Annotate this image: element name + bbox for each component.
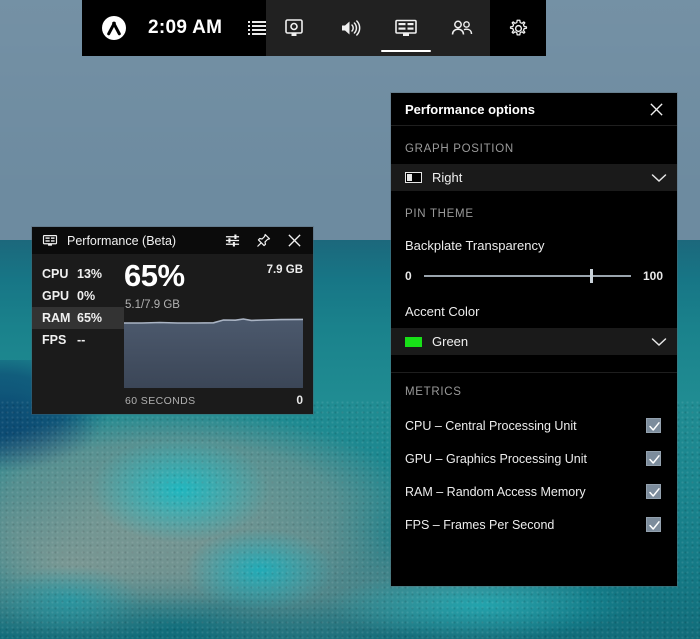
- graph-min-label: 0: [296, 393, 303, 407]
- list-menu-icon[interactable]: [248, 21, 267, 35]
- metric-checkbox-gpu[interactable]: [646, 451, 661, 466]
- stat-value: 13%: [77, 267, 103, 281]
- stat-label: GPU: [42, 289, 70, 303]
- stat-label: RAM: [42, 311, 71, 325]
- stat-value: 0%: [77, 289, 96, 303]
- slider-min-label: 0: [405, 269, 412, 283]
- checkmark-icon: [649, 488, 660, 497]
- metric-checkbox-fps[interactable]: [646, 517, 661, 532]
- metric-label: FPS – Frames Per Second: [405, 517, 555, 532]
- performance-widget-titlebar: Performance (Beta): [32, 227, 313, 254]
- xbox-logo-icon[interactable]: [102, 16, 126, 40]
- performance-monitor-icon[interactable]: [378, 0, 434, 56]
- accent-color-swatch: [405, 336, 422, 347]
- checkmark-icon: [649, 521, 660, 530]
- clock: 2:09 AM: [148, 17, 223, 38]
- graph-position-dropdown[interactable]: Right: [391, 164, 677, 191]
- graph-position-section-label: GRAPH POSITION: [405, 143, 514, 155]
- slider-thumb[interactable]: [589, 269, 593, 283]
- checkmark-icon: [649, 455, 660, 464]
- performance-options-panel: Performance options GRAPH POSITION Right…: [391, 93, 677, 586]
- stat-label: FPS: [42, 333, 67, 347]
- metric-checkbox-ram[interactable]: [646, 484, 661, 499]
- speaker-volume-icon[interactable]: [322, 0, 378, 56]
- metric-label: CPU – Central Processing Unit: [405, 418, 577, 433]
- metric-checkbox-cpu[interactable]: [646, 418, 661, 433]
- slider-max-label: 100: [642, 269, 663, 283]
- chevron-down-icon: [651, 337, 667, 346]
- accent-color-dropdown[interactable]: Green: [391, 328, 677, 355]
- capture-icon[interactable]: [266, 0, 322, 56]
- slider-track: [423, 275, 631, 277]
- sliders-icon[interactable]: [221, 230, 243, 252]
- stat-row-fps[interactable]: FPS --: [32, 329, 124, 351]
- game-bar-left-group: 2:09 AM: [82, 0, 267, 56]
- pin-icon[interactable]: [252, 230, 274, 252]
- ram-usage-chart: [124, 316, 303, 388]
- stat-row-ram[interactable]: RAM 65%: [32, 307, 124, 329]
- graph-footer: 60 SECONDS 0: [125, 393, 303, 407]
- backplate-transparency-slider[interactable]: [423, 268, 631, 284]
- game-bar-widget-buttons: [266, 0, 491, 56]
- graph-max-label: 7.9 GB: [266, 264, 303, 276]
- graph-sub-label: 5.1/7.9 GB: [125, 299, 180, 311]
- graph-time-label: 60 SECONDS: [125, 395, 196, 407]
- game-bar-settings-group: [490, 0, 547, 56]
- stat-label: CPU: [42, 267, 69, 281]
- performance-widget-title: Performance (Beta): [67, 233, 177, 248]
- people-group-icon[interactable]: [434, 0, 490, 56]
- graph-primary-value: 65%: [124, 258, 185, 293]
- stat-row-gpu[interactable]: GPU 0%: [32, 285, 124, 307]
- options-title: Performance options: [405, 101, 536, 117]
- metric-row-cpu[interactable]: CPU – Central Processing Unit: [391, 411, 677, 440]
- backplate-transparency-slider-row: 0 100: [391, 253, 677, 284]
- metric-row-ram[interactable]: RAM – Random Access Memory: [391, 477, 677, 506]
- close-icon[interactable]: [283, 230, 305, 252]
- metric-row-fps[interactable]: FPS – Frames Per Second: [391, 510, 677, 539]
- backplate-transparency-label: Backplate Transparency: [405, 238, 545, 253]
- graph-position-right-icon: [405, 172, 422, 183]
- options-header: Performance options: [391, 93, 677, 126]
- performance-stats-list: CPU 13% GPU 0% RAM 65% FPS --: [32, 254, 124, 414]
- accent-color-value: Green: [432, 334, 469, 349]
- stat-value: 65%: [77, 311, 103, 325]
- performance-widget: Performance (Beta) CPU 13% GPU 0% RAM 65…: [32, 227, 313, 414]
- stat-row-cpu[interactable]: CPU 13%: [32, 263, 124, 285]
- close-icon[interactable]: [645, 98, 667, 120]
- graph-position-value: Right: [432, 170, 463, 185]
- performance-monitor-icon: [42, 235, 58, 246]
- performance-widget-body: CPU 13% GPU 0% RAM 65% FPS -- 65% 7.9 GB…: [32, 254, 313, 414]
- pin-theme-section-label: PIN THEME: [405, 208, 474, 220]
- game-bar: 2:09 AM: [82, 0, 547, 56]
- metric-row-gpu[interactable]: GPU – Graphics Processing Unit: [391, 444, 677, 473]
- accent-color-label: Accent Color: [405, 304, 480, 319]
- stat-value: --: [77, 333, 86, 347]
- performance-graph-area: 65% 7.9 GB 5.1/7.9 GB 60 SECONDS 0: [124, 254, 313, 414]
- chevron-down-icon: [651, 173, 667, 182]
- metric-label: RAM – Random Access Memory: [405, 484, 586, 499]
- checkmark-icon: [649, 422, 660, 431]
- gear-icon[interactable]: [490, 0, 546, 56]
- metrics-section-label: METRICS: [405, 386, 462, 398]
- metric-label: GPU – Graphics Processing Unit: [405, 451, 588, 466]
